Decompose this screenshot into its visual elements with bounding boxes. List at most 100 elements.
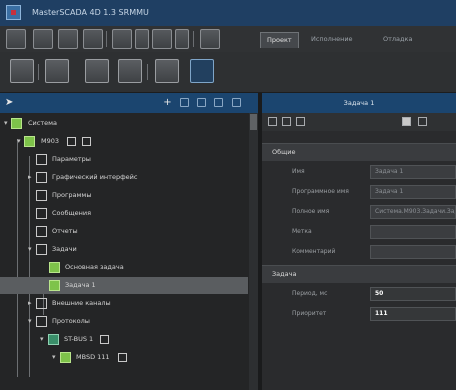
property-row: Имя Задача 1	[262, 163, 456, 181]
name-field[interactable]: Задача 1	[370, 165, 456, 179]
collapse-arrow-icon[interactable]: ▾	[28, 245, 32, 253]
expand-icon[interactable]	[197, 98, 206, 107]
tree-item[interactable]: ▸ Графический интерфейс	[0, 169, 248, 186]
app-window: MasterSCADA 4D 1.3 SRMMU Проект Исполнен…	[0, 0, 456, 390]
property-name: Имя	[292, 168, 305, 175]
editing-toolbar	[0, 52, 456, 93]
property-row: Метка	[262, 223, 456, 241]
collapse-icon[interactable]	[214, 98, 223, 107]
grid-view-icon[interactable]	[402, 117, 411, 126]
tree-item-label: Основная задача	[65, 263, 124, 271]
tree-item[interactable]: Параметры	[0, 151, 248, 168]
priority-field[interactable]: 111	[370, 307, 456, 321]
property-name: Полное имя	[292, 208, 330, 215]
tree-item[interactable]: Сообщения	[0, 205, 248, 222]
tree-item[interactable]: ▾ ST-BUS 1	[0, 331, 248, 348]
comment-field[interactable]	[370, 245, 456, 259]
folder-icon	[36, 244, 47, 255]
save-icon[interactable]	[83, 29, 103, 49]
tree-scrollbar[interactable]	[249, 113, 258, 390]
build-icon[interactable]	[200, 29, 220, 49]
collapse-arrow-icon[interactable]: ▾	[4, 119, 8, 127]
tree-item[interactable]: Программы	[0, 187, 248, 204]
link-icon[interactable]	[155, 59, 179, 83]
open-icon[interactable]	[58, 29, 78, 49]
copy-icon[interactable]	[33, 29, 53, 49]
redo-icon[interactable]	[152, 29, 172, 49]
tree-item-label: Графический интерфейс	[52, 173, 138, 181]
tree-item[interactable]: ▾ MBSD 111	[0, 349, 248, 366]
properties-icon[interactable]	[45, 59, 69, 83]
properties-panel: Задача 1 Общие Имя Задача 1 Программное …	[262, 93, 456, 390]
tree-item-selected[interactable]: Задача 1	[0, 277, 248, 294]
folder-icon	[36, 226, 47, 237]
collapse-arrow-icon[interactable]: ▾	[40, 335, 44, 343]
section-task[interactable]: Задача	[262, 265, 456, 283]
tab-project[interactable]: Проект	[260, 32, 299, 48]
cut-icon[interactable]	[85, 59, 109, 83]
connect-icon[interactable]	[190, 59, 214, 83]
section-general[interactable]: Общие	[262, 143, 456, 161]
add-icon[interactable]: +	[163, 98, 172, 108]
alphabetical-icon[interactable]	[282, 117, 291, 126]
properties-title: Задача 1	[343, 99, 375, 107]
task-icon	[49, 280, 60, 291]
app-logo-icon	[6, 5, 21, 20]
expand-arrow-icon[interactable]: ▸	[28, 299, 32, 307]
list-view-icon[interactable]	[418, 117, 427, 126]
bus-config-icon	[100, 335, 109, 344]
tree-item-label: Программы	[52, 191, 92, 199]
tree-item-label: MBSD 111	[76, 353, 110, 361]
tree-item-label: ST-BUS 1	[64, 335, 94, 343]
folder-icon	[36, 316, 47, 327]
property-row: Период, мс 50	[262, 285, 456, 303]
pin-icon[interactable]	[232, 98, 241, 107]
categorized-icon[interactable]	[268, 117, 277, 126]
module-config-icon	[118, 353, 127, 362]
tree-item[interactable]: ▾ Протоколы	[0, 313, 248, 330]
collapse-arrow-icon[interactable]: ▾	[52, 353, 56, 361]
tree-item-label: Задача 1	[65, 281, 96, 289]
tree-item[interactable]: ▾ Система	[0, 115, 248, 132]
tree-item-label: Отчеты	[52, 227, 78, 235]
undo-dropdown-icon[interactable]	[135, 29, 149, 49]
window-title: MasterSCADA 4D 1.3 SRMMU	[32, 8, 149, 17]
collapse-arrow-icon[interactable]: ▾	[17, 137, 21, 145]
toolbar-separator	[193, 31, 194, 47]
full-name-field[interactable]: Система.M903.Задачи.Задача 1	[370, 205, 456, 219]
folder-icon	[36, 172, 47, 183]
collapse-arrow-icon[interactable]: ▾	[28, 317, 32, 325]
properties-header: Задача 1	[262, 93, 456, 113]
undo-icon[interactable]	[112, 29, 132, 49]
redo-dropdown-icon[interactable]	[175, 29, 189, 49]
property-row: Программное имя Задача 1	[262, 183, 456, 201]
tree-item[interactable]: Основная задача	[0, 259, 248, 276]
toolbar-separator	[38, 64, 39, 80]
property-row: Полное имя Система.M903.Задачи.Задача 1	[262, 203, 456, 221]
tree-scrollbar-thumb[interactable]	[250, 114, 257, 130]
events-icon[interactable]	[296, 117, 305, 126]
task-icon	[49, 262, 60, 273]
tab-runtime[interactable]: Исполнение	[305, 32, 359, 47]
tree-item[interactable]: ▾ Задачи	[0, 241, 248, 258]
navigate-icon[interactable]: ➤	[5, 97, 13, 109]
folder-icon	[36, 190, 47, 201]
layout-icon[interactable]	[6, 29, 26, 49]
tree-item[interactable]: ▸ Внешние каналы	[0, 295, 248, 312]
tag-field[interactable]	[370, 225, 456, 239]
tab-debug[interactable]: Отладка	[377, 32, 418, 47]
bus-icon	[48, 334, 59, 345]
tree-panel-header: ➤ +	[0, 93, 258, 113]
program-name-field[interactable]: Задача 1	[370, 185, 456, 199]
tree-item-label: Внешние каналы	[52, 299, 111, 307]
tree-item[interactable]: ▾ M903	[0, 133, 248, 150]
tree-item[interactable]: Отчеты	[0, 223, 248, 240]
delete-icon[interactable]	[10, 59, 34, 83]
filter-icon[interactable]	[180, 98, 189, 107]
paste-icon[interactable]	[118, 59, 142, 83]
device-config-icon	[82, 137, 91, 146]
period-field[interactable]: 50	[370, 287, 456, 301]
folder-icon	[36, 298, 47, 309]
expand-arrow-icon[interactable]: ▸	[28, 173, 32, 181]
property-name: Программное имя	[292, 188, 349, 195]
